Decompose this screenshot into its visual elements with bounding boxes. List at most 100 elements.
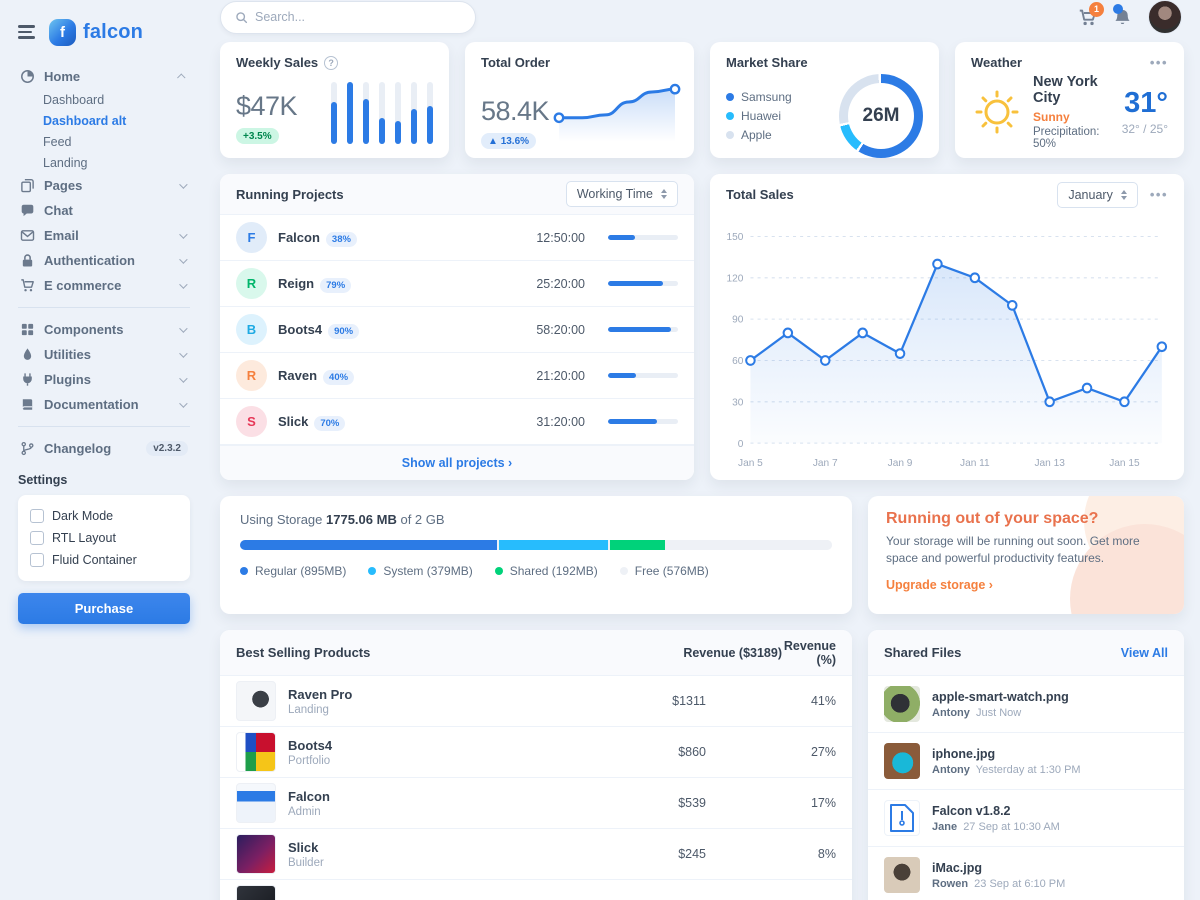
file-thumbnail [884,743,920,779]
search-box[interactable] [220,1,476,34]
sidebar: falcon HomeDashboardDashboard altFeedLan… [0,0,204,900]
settings-heading: Settings [18,473,190,487]
total-sales-title: Total Sales [726,187,794,202]
file-name[interactable]: apple-smart-watch.png [932,690,1069,704]
sort-arrows-icon [661,189,667,199]
chat-icon [20,203,35,218]
sidebar-item-label: Authentication [44,253,170,268]
checkbox-rtl-layout[interactable]: RTL Layout [30,527,178,549]
falcon-logo-icon [49,19,76,46]
product-row-boots4: Boots4Portfolio$86027% [220,727,852,778]
project-row-reign: RReign79%25:20:00 [220,261,694,307]
app-logo[interactable]: falcon [49,19,143,46]
checkbox-icon[interactable] [30,531,44,545]
working-time-select[interactable]: Working Time [566,181,678,207]
weather-menu-icon[interactable]: ••• [1150,56,1168,69]
sidebar-item-label: Documentation [44,397,170,412]
bar [347,82,353,144]
product-row-slick: SlickBuilder$2458% [220,829,852,880]
sidebar-item-components[interactable]: Components [18,317,190,342]
file-thumbnail [884,800,920,836]
project-time: 58:20:00 [536,323,585,337]
storage-usage-bar [240,540,832,550]
project-avatar: B [236,314,267,345]
notifications-button[interactable] [1113,8,1132,27]
hamburger-menu-icon[interactable] [18,25,35,38]
svg-text:Jan 5: Jan 5 [738,458,763,469]
product-thumbnail [236,783,276,823]
project-progress-bar [608,281,678,286]
storage-card: Using Storage 1775.06 MB of 2 GB Regular… [220,496,852,614]
checkbox-icon[interactable] [30,553,44,567]
total-sales-menu-icon[interactable]: ••• [1150,188,1168,201]
product-thumbnail [236,681,276,721]
sidebar-item-dashboard-alt[interactable]: Dashboard alt [43,110,190,131]
product-pct: 41% [794,694,836,708]
product-name[interactable]: Slick [288,840,624,855]
pie-chart-icon [20,69,35,84]
sidebar-item-plugins[interactable]: Plugins [18,367,190,392]
checkbox-fluid-container[interactable]: Fluid Container [30,549,178,571]
logo-text: falcon [83,21,143,44]
user-avatar[interactable] [1148,0,1182,34]
product-row-raven-pro: Raven ProLanding$131141% [220,676,852,727]
project-name[interactable]: Slick70% [278,414,345,429]
sidebar-item-pages[interactable]: Pages [18,173,190,198]
sidebar-item-changelog[interactable]: Changelogv2.3.2 [18,436,190,461]
month-select[interactable]: January [1057,182,1137,208]
show-all-projects-link[interactable]: Show all projects › [402,456,512,470]
file-name[interactable]: Falcon v1.8.2 [932,804,1060,818]
checkbox-icon[interactable] [30,509,44,523]
project-progress-bar [608,327,678,332]
project-name[interactable]: Raven40% [278,368,354,383]
checkbox-dark-mode[interactable]: Dark Mode [30,505,178,527]
help-icon[interactable]: ? [324,56,338,70]
revenue-pct-column-header: Revenue (%) [782,639,836,667]
sidebar-item-e-commerce[interactable]: E commerce [18,273,190,298]
project-name[interactable]: Reign79% [278,276,351,291]
svg-text:120: 120 [726,273,743,284]
sidebar-item-email[interactable]: Email [18,223,190,248]
legend-dot [620,567,628,575]
upgrade-storage-link[interactable]: Upgrade storage › [886,578,993,592]
sidebar-item-dashboard[interactable]: Dashboard [43,89,190,110]
sidebar-item-home[interactable]: Home [18,64,190,89]
project-time: 21:20:00 [536,369,585,383]
sidebar-nav: HomeDashboardDashboard altFeedLandingPag… [18,64,190,461]
legend-dot [726,112,734,120]
sidebar-item-documentation[interactable]: Documentation [18,392,190,417]
market-share-total: 26M [839,74,923,158]
project-pct-badge: 38% [326,232,357,247]
purchase-button[interactable]: Purchase [18,593,190,624]
search-input[interactable] [255,10,461,24]
svg-text:0: 0 [738,438,744,449]
storage-legend-item: Regular (895MB) [240,564,346,578]
product-name[interactable]: Boots4 [288,738,624,753]
bar [363,82,369,144]
product-name[interactable]: Falcon [288,789,624,804]
products-title: Best Selling Products [236,645,636,660]
weather-title: Weather [971,55,1022,70]
project-row-slick: SSlick70%31:20:00 [220,399,694,445]
pages-icon [20,178,35,193]
view-all-link[interactable]: View All [1121,646,1168,660]
file-name[interactable]: iphone.jpg [932,747,1081,761]
project-name[interactable]: Falcon38% [278,230,357,245]
project-name[interactable]: Boots490% [278,322,359,337]
cart-button[interactable]: 1 [1078,8,1097,27]
market-share-title: Market Share [726,55,808,70]
sidebar-item-feed[interactable]: Feed [43,131,190,152]
project-pct-badge: 40% [323,370,354,385]
file-row-iphone-jpg: iphone.jpgAntony Yesterday at 1:30 PM [868,732,1184,789]
nav-divider [18,426,190,427]
bar [331,82,337,144]
sidebar-item-landing[interactable]: Landing [43,152,190,173]
shared-files-title: Shared Files [884,645,961,660]
sidebar-item-authentication[interactable]: Authentication [18,248,190,273]
product-name[interactable]: Raven Pro [288,687,624,702]
storage-segment [667,540,832,550]
file-name[interactable]: iMac.jpg [932,861,1065,875]
sidebar-item-chat[interactable]: Chat [18,198,190,223]
flame-icon [20,347,35,362]
sidebar-item-utilities[interactable]: Utilities [18,342,190,367]
